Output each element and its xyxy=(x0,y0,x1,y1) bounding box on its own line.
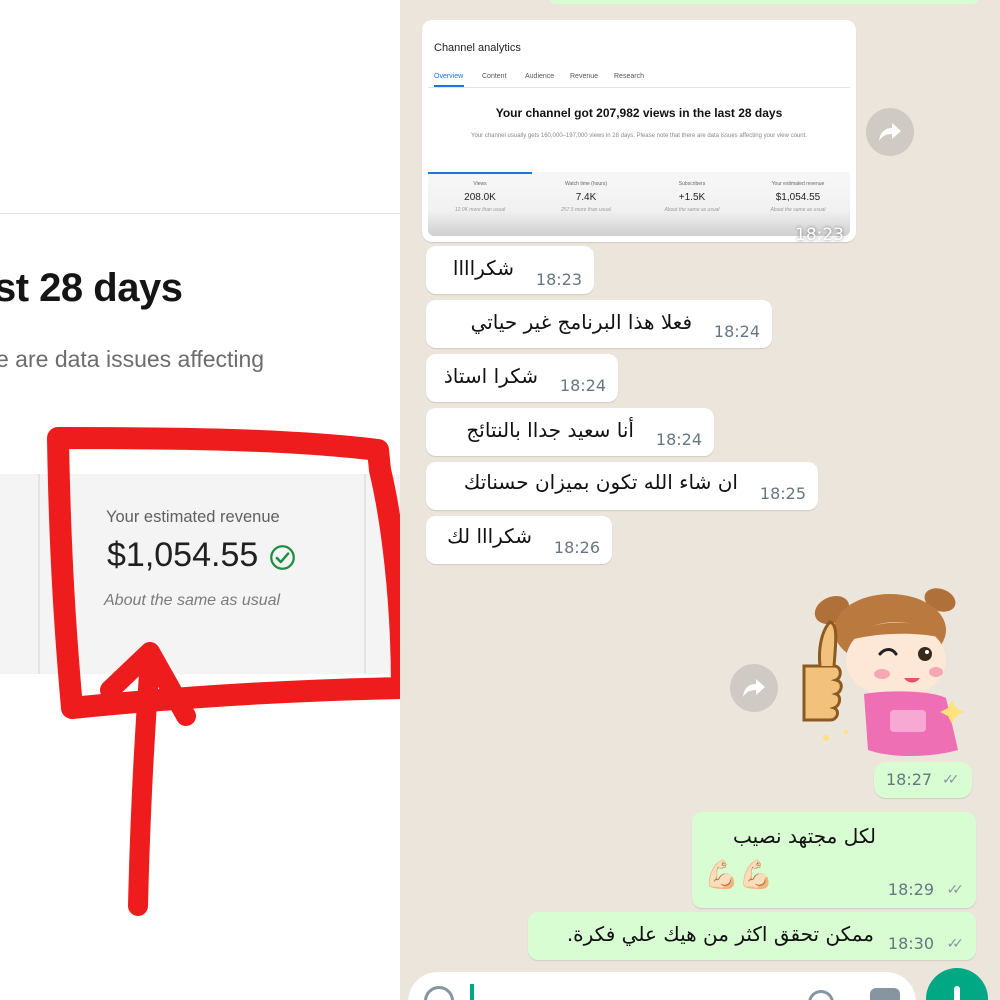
incoming-message[interactable]: شكرا استاذ 18:24 xyxy=(426,354,618,402)
message-time: 18:24 xyxy=(655,430,702,449)
tab-research: Research xyxy=(614,73,644,80)
channel-subline: Your channel usually gets 160,000–197,00… xyxy=(471,133,807,139)
analytics-screenshot: Channel analytics Overview Content Audie… xyxy=(428,26,850,236)
message-time: 18:27 xyxy=(886,770,933,789)
incoming-message[interactable]: شكرااا لك 18:26 xyxy=(426,516,612,564)
double-check-icon: ✓✓ xyxy=(942,772,960,788)
message-time: 18:23 xyxy=(795,225,844,245)
message-time: 18:29 xyxy=(887,880,934,899)
message-time: 18:25 xyxy=(759,484,806,503)
message-text: ان شاء الله تكون بميزان حسناتك xyxy=(463,470,738,494)
message-input-bar[interactable] xyxy=(408,972,916,1000)
channel-headline: Your channel got 207,982 views in the la… xyxy=(495,106,783,120)
metric-label: Watch time (hours) xyxy=(564,181,608,187)
card-separator xyxy=(364,474,366,674)
metric-value: +1.5K xyxy=(678,192,706,203)
tab-audience: Audience xyxy=(525,73,555,80)
message-text: فعلا هذا البرنامج غير حياتي xyxy=(470,310,692,334)
metric-label: Your estimated revenue xyxy=(771,181,825,187)
text-cursor xyxy=(470,984,474,1000)
message-text: لكل مجتهد نصيب xyxy=(733,824,876,848)
tabs-divider xyxy=(428,87,850,88)
mini-active-indicator xyxy=(428,172,532,174)
metric-label: Views xyxy=(473,181,487,187)
metric-card-subscribers: Subscribers +1.5K About the same as usua… xyxy=(640,181,744,213)
metric-card-revenue: Your estimated revenue $1,054.55 About t… xyxy=(746,181,850,213)
tab-revenue: Revenue xyxy=(570,73,599,80)
forward-icon[interactable] xyxy=(730,664,778,712)
message-time: 18:30 xyxy=(887,934,934,953)
attach-icon[interactable] xyxy=(808,990,834,1000)
tab-content: Content xyxy=(482,73,507,80)
channel-analytics-title: Channel analytics xyxy=(434,42,521,54)
message-text: شكرا استاذ xyxy=(443,364,538,388)
metric-label: Subscribers xyxy=(678,181,706,187)
revenue-note: About the same as usual xyxy=(104,592,281,609)
incoming-message[interactable]: ان شاء الله تكون بميزان حسناتك 18:25 xyxy=(426,462,818,510)
message-text: شكرااا لك xyxy=(447,524,532,548)
whatsapp-chat: Channel analytics Overview Content Audie… xyxy=(400,0,1000,1000)
incoming-message[interactable]: شكراااا 18:23 xyxy=(426,246,594,294)
metric-value: $1,054.55 xyxy=(775,192,821,203)
metric-note: 257.5 more than usual xyxy=(561,207,611,213)
previous-message-edge xyxy=(550,0,978,4)
incoming-message[interactable]: فعلا هذا البرنامج غير حياتي 18:24 xyxy=(426,300,772,348)
metric-card-watch-time: Watch time (hours) 7.4K 257.5 more than … xyxy=(534,181,638,213)
metric-card-views: Views 208.0K 12.0K more than usual xyxy=(428,181,532,213)
revenue-label: Your estimated revenue xyxy=(106,508,280,526)
double-check-icon: ✓✓ xyxy=(946,936,965,952)
card-separator xyxy=(38,474,40,674)
analytics-subline: e are data issues affecting xyxy=(0,346,265,372)
emoji-icon[interactable] xyxy=(424,986,454,1000)
tab-overview: Overview xyxy=(434,73,464,80)
outgoing-message[interactable]: لكل مجتهد نصيب 💪🏻💪🏻 18:29 ✓✓ xyxy=(692,812,976,908)
check-circle-icon xyxy=(270,545,295,570)
flexed-biceps-emoji: 💪🏻💪🏻 xyxy=(704,858,774,891)
metric-note: About the same as usual xyxy=(664,207,720,213)
message-time: 18:24 xyxy=(713,322,760,341)
metric-value: 7.4K xyxy=(575,192,597,203)
double-check-icon: ✓✓ xyxy=(946,882,965,898)
analytics-zoom-panel: st 28 days e are data issues affecting Y… xyxy=(0,0,400,1000)
message-time: 18:26 xyxy=(553,538,600,557)
analytics-headline: st 28 days xyxy=(0,266,183,310)
image-message[interactable]: Channel analytics Overview Content Audie… xyxy=(422,20,856,245)
camera-icon[interactable] xyxy=(870,988,900,1000)
send-button-icon[interactable] xyxy=(926,968,988,1000)
metric-note: About the same as usual xyxy=(770,207,826,213)
metric-value: 208.0K xyxy=(464,192,496,203)
forward-icon[interactable] xyxy=(866,108,914,156)
sticker-time-badge: 18:27 ✓✓ xyxy=(874,762,972,798)
outgoing-message[interactable]: ممكن تحقق اكثر من هيك علي فكرة. 18:30 ✓✓ xyxy=(528,912,976,960)
message-text: ممكن تحقق اكثر من هيك علي فكرة. xyxy=(566,922,874,946)
message-time: 18:24 xyxy=(559,376,606,395)
thumbs-up-girl-sticker[interactable] xyxy=(790,582,970,762)
incoming-message[interactable]: أنا سعيد جداا بالنتائج 18:24 xyxy=(426,408,714,456)
message-time: 18:23 xyxy=(535,270,582,289)
revenue-value: $1,054.55 xyxy=(107,536,259,574)
message-text: شكراااا xyxy=(452,256,514,280)
divider xyxy=(0,213,400,214)
message-text: أنا سعيد جداا بالنتائج xyxy=(466,418,634,442)
metric-note: 12.0K more than usual xyxy=(454,207,506,213)
